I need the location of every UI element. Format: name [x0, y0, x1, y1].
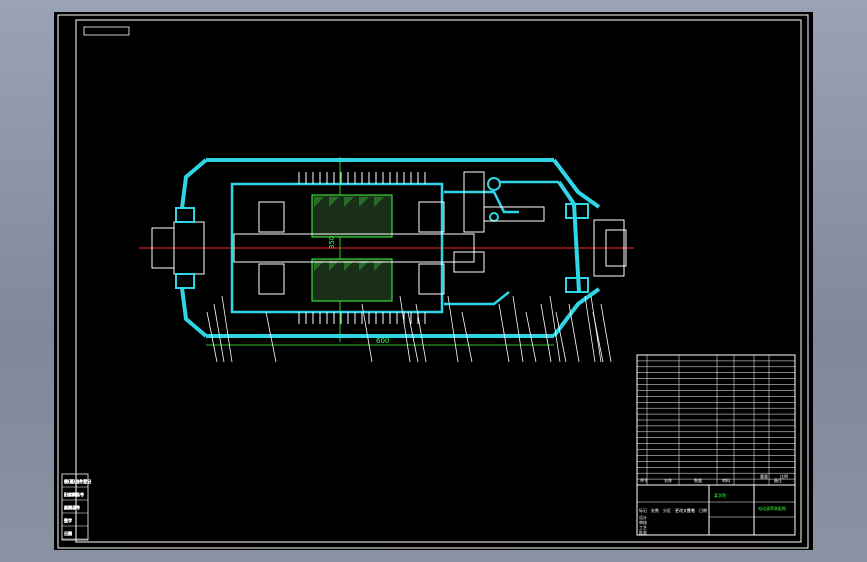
parts-list-header: 备注 [774, 477, 782, 483]
drawing-sheet: 600 350 某学院 电动滚筒装配图 重量 比例 序号 名称 数量 材料 备注 标记处… [57, 14, 809, 549]
leader-line [568, 303, 580, 363]
title-block: 某学院 电动滚筒装配图 重量 比例 序号 名称 数量 材料 备注 标记 处数 分区 更改文件号… [636, 354, 796, 536]
approval-label: 批准 [639, 529, 647, 535]
revision-column-label: 处数 [651, 507, 659, 513]
revision-column-label: 分区 [663, 507, 671, 513]
leader-line [590, 295, 602, 363]
leader-line [221, 295, 233, 363]
parts-list-header: 序号 [640, 477, 648, 483]
company-name: 某学院 [714, 492, 726, 498]
parts-list-header: 名称 [664, 477, 672, 483]
leader-line [399, 295, 411, 363]
dim-length: 600 [376, 337, 389, 345]
outer-frame [57, 14, 809, 549]
leader-line [600, 303, 612, 363]
cad-viewport[interactable]: 600 350 某学院 电动滚筒装配图 重量 比例 序号 名称 数量 材料 备注 标记处… [54, 12, 813, 550]
revision-column-label: 标记 [639, 507, 647, 513]
weight-label: 重量 [760, 473, 768, 479]
side-block-label: 日期 [64, 530, 72, 536]
revision-column-label: 日期 [699, 507, 707, 513]
side-block: 借(通)用件登记旧底图总号底图总号签字日期 [61, 473, 91, 541]
side-block-label: 签字 [64, 517, 72, 523]
leader-line [447, 295, 459, 363]
inner-frame [75, 19, 802, 543]
leader-line [512, 295, 524, 363]
side-block-label: 底图总号 [64, 504, 80, 510]
leader-line [540, 303, 552, 363]
parts-list-header: 数量 [694, 477, 702, 483]
revision-column-label: 签名 [687, 507, 695, 513]
dim-diameter: 350 [328, 236, 336, 249]
leader-line [498, 303, 510, 363]
side-block-label: 旧底图总号 [64, 491, 84, 497]
side-block-label: 借(通)用件登记 [64, 478, 91, 484]
part-leaders [206, 295, 612, 363]
parts-list-header: 材料 [722, 477, 730, 483]
leader-line [584, 295, 596, 363]
drawing-title: 电动滚筒装配图 [758, 505, 786, 511]
drawing-code-box [83, 26, 130, 36]
